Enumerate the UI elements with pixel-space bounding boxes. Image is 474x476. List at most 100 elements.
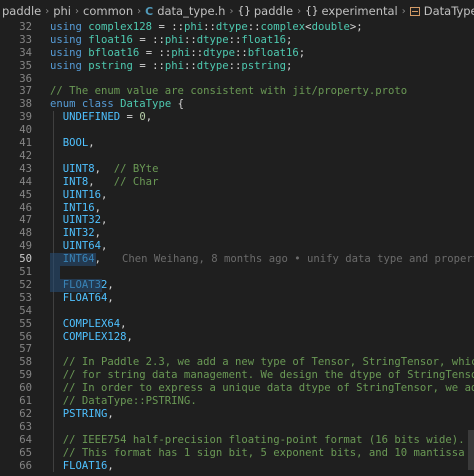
c-file-icon: C <box>145 4 154 18</box>
chevron-right-icon: › <box>137 5 142 17</box>
code-token: :: <box>190 46 204 59</box>
code-line[interactable]: 51 <box>0 266 474 279</box>
code-line[interactable]: 41 BOOL, <box>0 137 474 150</box>
code-line[interactable]: 35 using pstring = ::phi::dtype::pstring; <box>0 60 474 73</box>
chevron-right-icon: › <box>297 5 302 17</box>
code-token: dtype <box>196 59 229 72</box>
line-number: 46 <box>19 201 32 214</box>
code-token: , <box>101 188 108 201</box>
code-line[interactable]: 59 // for string data management. We des… <box>0 369 474 382</box>
code-line[interactable]: 42 <box>0 150 474 163</box>
code-line[interactable]: 60 // In order to express a unique data … <box>0 382 474 395</box>
code-token: UINT16 <box>62 188 102 201</box>
breadcrumb-item[interactable]: Cdata_type.h <box>145 4 225 18</box>
code-token: using <box>50 46 89 59</box>
code-token: { <box>171 98 184 111</box>
code-line[interactable]: 62 PSTRING, <box>0 408 474 421</box>
line-number: 36 <box>19 72 32 85</box>
breadcrumb-item[interactable]: {} experimental <box>305 4 398 18</box>
code-line[interactable]: 53 FLOAT64, <box>0 292 474 305</box>
chevron-right-icon: › <box>229 5 234 17</box>
braces-icon: {} <box>305 5 319 17</box>
code-line[interactable]: 57 <box>0 343 474 356</box>
code-token: // BYte <box>113 162 159 175</box>
code-token: float16 <box>88 33 133 46</box>
code-token: INT8 <box>62 175 89 188</box>
code-token: phi <box>164 59 184 72</box>
code-line[interactable]: 34 using bfloat16 = ::phi::dtype::bfloat1… <box>0 47 474 60</box>
code-line[interactable]: 64 // IEEE754 half-precision floating-po… <box>0 434 474 447</box>
line-number: 40 <box>19 124 32 137</box>
line-number: 47 <box>19 214 32 227</box>
code-line[interactable]: 58 // In Paddle 2.3, we add a new type o… <box>0 356 474 369</box>
code-line[interactable]: 56 COMPLEX128, <box>0 331 474 344</box>
code-line[interactable]: 55 COMPLEX64, <box>0 318 474 331</box>
code-line[interactable]: 46 INT16, <box>0 202 474 215</box>
code-text: enum class DataType { <box>50 98 184 111</box>
code-line[interactable]: 47 UINT32, <box>0 214 474 227</box>
code-text: // IEEE754 half-precision floating-point… <box>50 434 465 447</box>
code-line[interactable]: 40 <box>0 124 474 137</box>
code-text: INT8, // Char <box>50 175 159 189</box>
code-token: , <box>101 214 108 227</box>
code-token: // IEEE754 half-precision floating-point… <box>50 433 465 446</box>
code-line[interactable]: 49 UINT64, <box>0 240 474 253</box>
chevron-right-icon: › <box>45 5 50 17</box>
code-token: dtype <box>215 20 248 33</box>
code-line[interactable]: 37 // The enum value are consistent with … <box>0 85 474 98</box>
line-number: 37 <box>19 85 32 98</box>
line-number: 66 <box>19 459 32 472</box>
code-line[interactable]: 61 // DataType::PSTRING. <box>0 395 474 408</box>
code-token: ; <box>298 46 306 59</box>
code-line[interactable]: 44 INT8, // Char <box>0 176 474 189</box>
code-line[interactable]: 33 using float16 = ::phi::dtype::float16; <box>0 34 474 47</box>
breadcrumb-label: common <box>83 4 134 18</box>
code-token: phi <box>171 46 191 59</box>
line-number: 64 <box>19 433 32 446</box>
code-line[interactable]: 66 FLOAT16, <box>0 460 474 473</box>
line-number: 33 <box>19 33 32 46</box>
code-line[interactable]: 48 INT32, <box>0 227 474 240</box>
code-token: bfloat16 <box>247 46 299 59</box>
breadcrumb-item[interactable]: common <box>83 4 133 18</box>
text-selection <box>50 253 96 266</box>
chevron-right-icon: › <box>401 5 406 17</box>
code-line[interactable]: 65 // This format has 1 sign bit, 5 expo… <box>0 447 474 460</box>
line-number: 56 <box>19 330 32 343</box>
code-line[interactable]: 36 <box>0 73 474 86</box>
code-line[interactable]: 32 using complex128 = ::phi::dtype::compl… <box>0 21 474 34</box>
scrollbar[interactable] <box>468 430 474 470</box>
code-token: // The enum value are consistent with ji… <box>50 85 408 98</box>
code-text: UNDEFINED = 0, <box>50 111 152 124</box>
code-token: using <box>50 59 89 72</box>
code-token: :: <box>183 59 197 72</box>
code-text: FLOAT64, <box>50 292 114 305</box>
code-token: = :: <box>132 59 165 72</box>
code-token: , <box>94 162 114 175</box>
code-token: // DataType::PSTRING. <box>50 395 197 407</box>
text-selection <box>50 266 60 279</box>
line-number: 41 <box>19 137 32 149</box>
code-line[interactable]: 63 <box>0 421 474 434</box>
line-number: 59 <box>19 369 32 382</box>
code-editor[interactable]: 31using complex64 = ::phi::dtype::comple… <box>0 10 474 476</box>
breadcrumb-item[interactable]: phi <box>53 4 71 18</box>
code-line[interactable]: 54 <box>0 305 474 318</box>
code-line[interactable]: 38 enum class DataType { <box>0 98 474 111</box>
line-number: 39 <box>19 111 32 124</box>
code-token: :: <box>203 20 216 33</box>
code-line[interactable]: 45 UINT16, <box>0 189 474 202</box>
breadcrumb-item[interactable]: DataType <box>409 4 474 18</box>
breadcrumb-label: data_type.h <box>157 4 226 18</box>
breadcrumb-item[interactable]: paddle <box>2 4 41 18</box>
code-line[interactable]: 39 UNDEFINED = 0, <box>0 111 474 124</box>
breadcrumb-label: DataType <box>423 4 474 18</box>
breadcrumb-item[interactable]: {} paddle <box>237 4 293 18</box>
code-token: :: <box>228 33 242 46</box>
code-line[interactable]: 43 UINT8, // BYte <box>0 163 474 176</box>
